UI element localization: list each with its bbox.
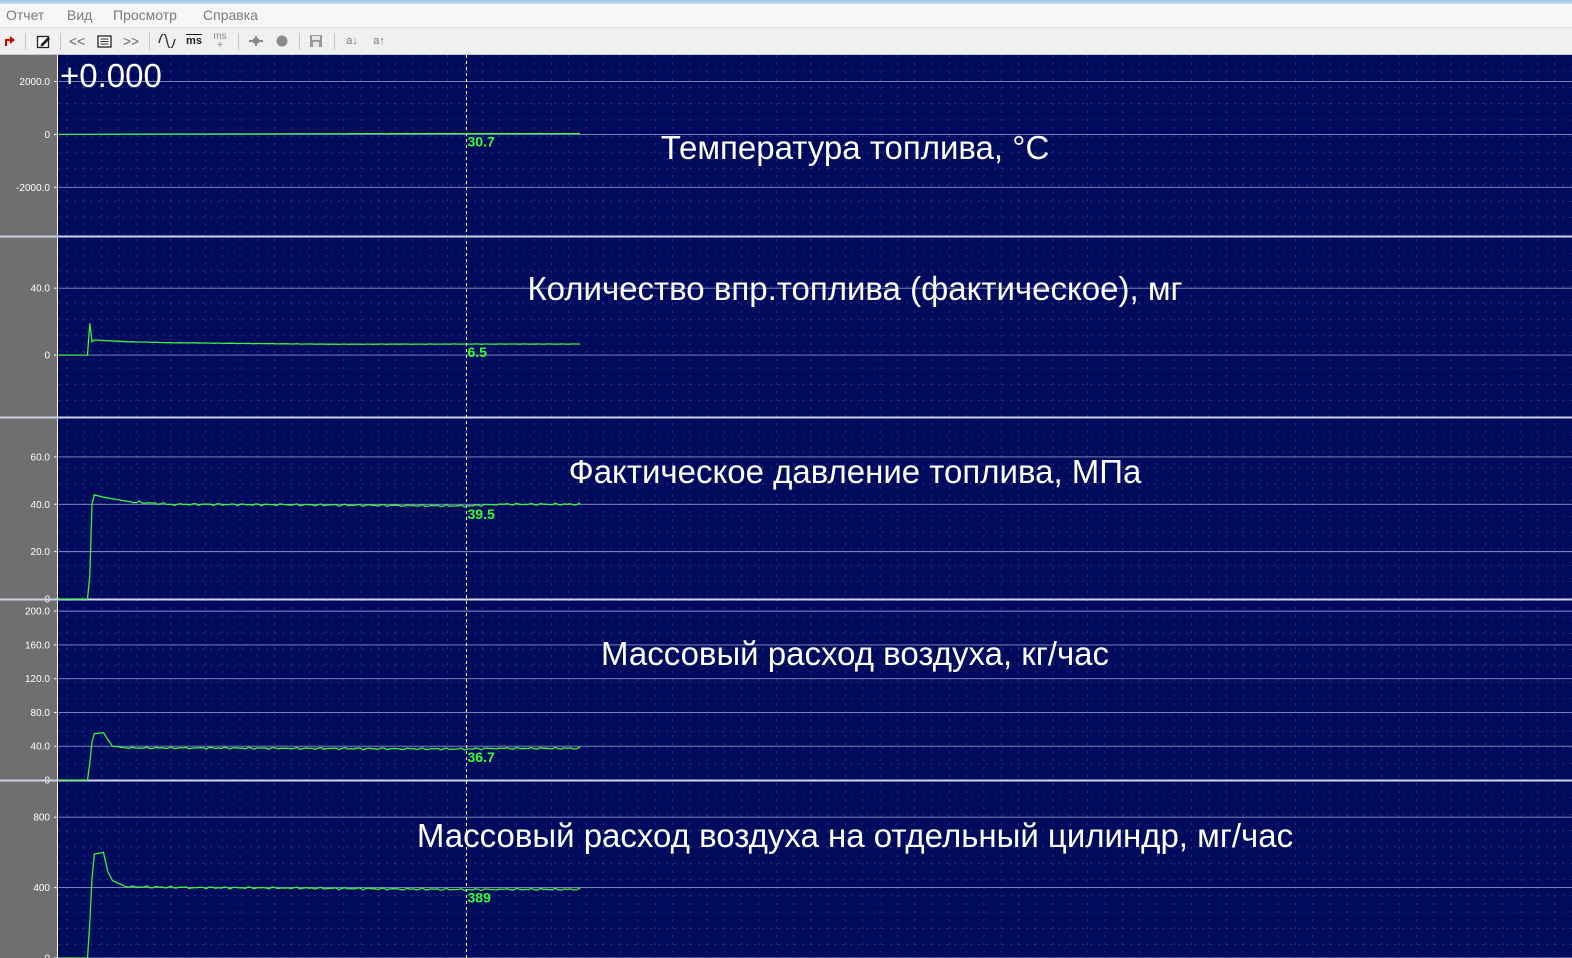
panel-title: Массовый расход воздуха на отдельный цил… xyxy=(417,817,1293,854)
menu-view[interactable]: Вид xyxy=(67,7,92,23)
cursor-value-label: 39.5 xyxy=(468,506,495,522)
oscillogram-panels[interactable]: 2000.0 0 -2000.0 Температура топлива, °C 40.… xyxy=(0,55,1572,958)
y-tick-label: 800 xyxy=(33,813,50,824)
panel-separator xyxy=(0,235,1572,238)
sort-up-icon[interactable]: a↑ xyxy=(367,31,391,51)
cursor-value-label: 36.7 xyxy=(468,749,495,765)
toolbar-separator xyxy=(334,33,335,50)
y-tick-label: 120.0 xyxy=(25,674,50,685)
export-arrow-icon[interactable] xyxy=(2,31,20,51)
toolbar-separator xyxy=(60,33,61,50)
y-tick-label: 2000.0 xyxy=(19,77,50,88)
record-icon[interactable] xyxy=(272,31,292,51)
y-tick-label: 160.0 xyxy=(25,640,50,651)
panel-separator xyxy=(0,779,1572,782)
y-tick-label: 0 xyxy=(44,130,50,141)
y-tick-label: 80.0 xyxy=(31,708,51,719)
y-tick-label: 0 xyxy=(44,954,50,958)
y-tick-label: 60.0 xyxy=(31,452,51,463)
toolbar: << >> ms ms + a↓ a↑ xyxy=(0,28,1572,55)
plot-area[interactable]: 2000.0 0 -2000.0 Температура топлива, °C 40.… xyxy=(0,55,1572,958)
panel-title: Массовый расход воздуха, кг/час xyxy=(601,635,1109,672)
menu-help[interactable]: Справка xyxy=(203,7,258,23)
edit-report-icon[interactable] xyxy=(33,31,53,51)
y-tick-label: 40.0 xyxy=(31,284,51,295)
menu-bar: Отчет Вид Просмотр Справка xyxy=(0,4,1572,28)
panel-separator xyxy=(0,598,1572,601)
ms-scale-icon[interactable]: ms xyxy=(182,31,206,51)
panel-title: Фактическое давление топлива, МПа xyxy=(569,453,1142,490)
toolbar-separator xyxy=(299,33,300,50)
y-tick-label: 200.0 xyxy=(25,607,50,618)
y-tick-label: 0 xyxy=(44,351,50,362)
cursor-value-label: 6.5 xyxy=(468,344,488,360)
y-tick-label: 400 xyxy=(33,883,50,894)
y-tick-label: -2000.0 xyxy=(16,183,50,194)
y-tick-label: 40.0 xyxy=(31,500,51,511)
toolbar-separator xyxy=(149,33,150,50)
waveform-icon[interactable] xyxy=(156,31,178,51)
toolbar-separator xyxy=(25,33,26,50)
list-icon[interactable] xyxy=(94,31,114,51)
panel-title: Количество впр.топлива (фактическое), мг xyxy=(527,270,1182,307)
prev-page-icon[interactable]: << xyxy=(65,31,89,51)
cursor-value-label: 30.7 xyxy=(468,134,495,150)
panel-title: Температура топлива, °C xyxy=(661,129,1050,166)
y-tick-label: 40.0 xyxy=(31,742,51,753)
next-page-icon[interactable]: >> xyxy=(119,31,143,51)
cursor-value-label: 389 xyxy=(468,890,492,906)
cursor-time-readout: +0.000 xyxy=(60,57,162,94)
y-tick-label: 20.0 xyxy=(31,547,51,558)
sort-down-icon[interactable]: a↓ xyxy=(340,31,364,51)
plus-icon: + xyxy=(217,40,223,51)
menu-report[interactable]: Отчет xyxy=(6,7,44,23)
ms-zoom-in-icon[interactable]: ms + xyxy=(208,31,232,51)
toolbar-separator xyxy=(238,33,239,50)
panel-separator xyxy=(0,416,1572,419)
crosshair-icon[interactable] xyxy=(245,31,267,51)
menu-browse[interactable]: Просмотр xyxy=(113,7,177,23)
save-icon[interactable] xyxy=(305,31,327,51)
